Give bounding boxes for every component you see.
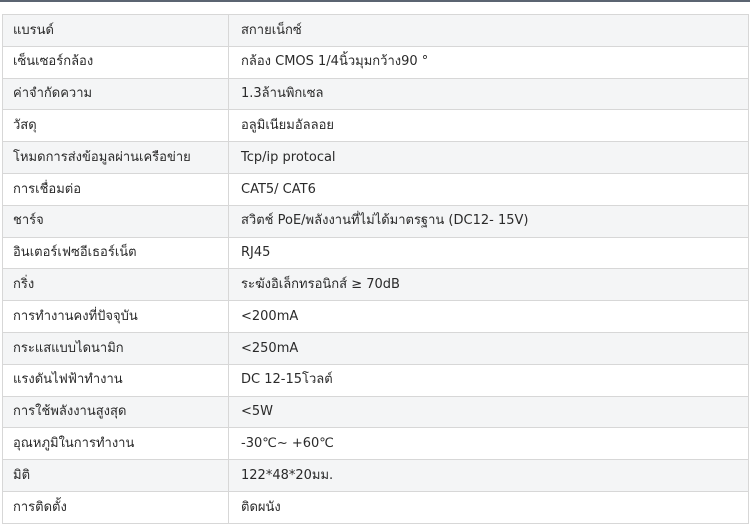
table-row: อินเตอร์เฟซอีเธอร์เน็ต RJ45 (2, 236, 749, 270)
spec-label: การเชื่อมต่อ (2, 172, 229, 206)
spec-label: เซ็นเซอร์กล้อง (2, 45, 229, 79)
spec-label: อุณหภูมิในการทำงาน (2, 427, 229, 461)
table-row: การทำงานคงที่ปัจจุบัน <200mA (2, 300, 749, 333)
spec-label: แรงดันไฟฟ้าทำงาน (2, 363, 229, 397)
spec-value: <5W (228, 395, 749, 429)
spec-value: 1.3ล้านพิกเซล (228, 77, 749, 111)
spec-label: อินเตอร์เฟซอีเธอร์เน็ต (2, 236, 229, 270)
table-row: การเชื่อมต่อ CAT5/ CAT6 (2, 172, 749, 206)
spec-label: แบรนด์ (2, 14, 229, 47)
spec-value: สวิตช์ PoE/พลังงานที่ไม่ได้มาตรฐาน (DC12… (228, 204, 749, 238)
table-row: วัสดุ อลูมิเนียมอัลลอย (2, 109, 749, 143)
table-row: การติดตั้ง ติดผนัง (2, 490, 749, 524)
top-divider (0, 0, 750, 2)
spec-value: <200mA (228, 300, 749, 333)
spec-label: ค่าจำกัดความ (2, 77, 229, 111)
spec-label: โหมดการส่งข้อมูลผ่านเครือข่าย (2, 141, 229, 174)
table-row: แบรนด์ สกายเน็กซ์ (2, 14, 749, 47)
table-row: มิติ 122*48*20มม. (2, 459, 749, 492)
spec-value: ระฆังอิเล็กทรอนิกส์ ≥ 70dB (228, 268, 749, 302)
spec-label: วัสดุ (2, 109, 229, 143)
spec-value: กล้อง CMOS 1/4นิ้วมุมกว้าง90 ° (228, 45, 749, 79)
spec-value: ติดผนัง (228, 490, 749, 524)
spec-value: RJ45 (228, 236, 749, 270)
table-row: กระแสแบบไดนามิก <250mA (2, 331, 749, 365)
spec-label: กระแสแบบไดนามิก (2, 331, 229, 365)
table-row: ชาร์จ สวิตช์ PoE/พลังงานที่ไม่ได้มาตรฐาน… (2, 204, 749, 238)
table-row: โหมดการส่งข้อมูลผ่านเครือข่าย Tcp/ip pro… (2, 141, 749, 174)
spec-label: ชาร์จ (2, 204, 229, 238)
spec-value: CAT5/ CAT6 (228, 172, 749, 206)
spec-table: แบรนด์ สกายเน็กซ์ เซ็นเซอร์กล้อง กล้อง C… (2, 14, 749, 524)
table-row: แรงดันไฟฟ้าทำงาน DC 12-15โวลต์ (2, 363, 749, 397)
page: แบรนด์ สกายเน็กซ์ เซ็นเซอร์กล้อง กล้อง C… (0, 0, 750, 526)
spec-label: การใช้พลังงานสูงสุด (2, 395, 229, 429)
spec-label: มิติ (2, 459, 229, 492)
table-row: อุณหภูมิในการทำงาน -30℃~ +60℃ (2, 427, 749, 461)
spec-value: อลูมิเนียมอัลลอย (228, 109, 749, 143)
spec-value: -30℃~ +60℃ (228, 427, 749, 461)
table-row: ค่าจำกัดความ 1.3ล้านพิกเซล (2, 77, 749, 111)
spec-label: การติดตั้ง (2, 490, 229, 524)
spec-label: การทำงานคงที่ปัจจุบัน (2, 300, 229, 333)
table-row: กริ่ง ระฆังอิเล็กทรอนิกส์ ≥ 70dB (2, 268, 749, 302)
spec-label: กริ่ง (2, 268, 229, 302)
table-row: เซ็นเซอร์กล้อง กล้อง CMOS 1/4นิ้วมุมกว้า… (2, 45, 749, 79)
spec-value: DC 12-15โวลต์ (228, 363, 749, 397)
table-row: การใช้พลังงานสูงสุด <5W (2, 395, 749, 429)
spec-value: <250mA (228, 331, 749, 365)
spec-value: Tcp/ip protocal (228, 141, 749, 174)
spec-value: 122*48*20มม. (228, 459, 749, 492)
spec-value: สกายเน็กซ์ (228, 14, 749, 47)
